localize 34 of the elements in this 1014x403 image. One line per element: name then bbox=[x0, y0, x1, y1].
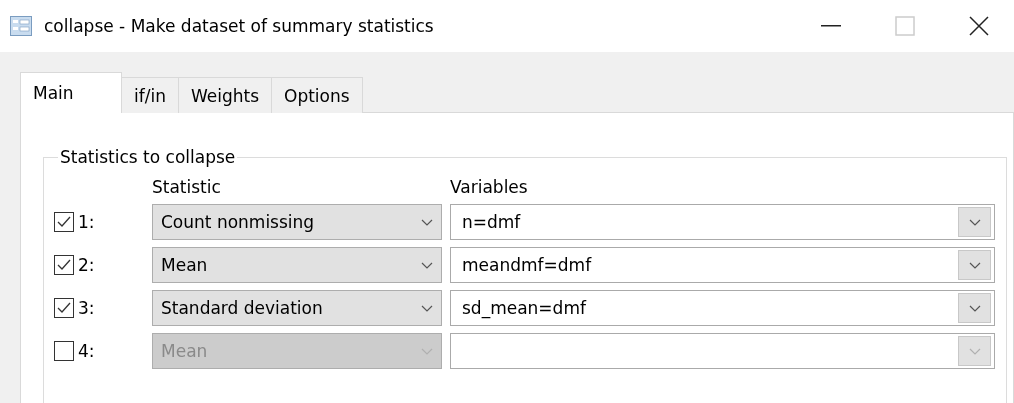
group-legend: Statistics to collapse bbox=[58, 147, 238, 167]
variables-combo-field[interactable]: meandmf=dmf bbox=[450, 247, 995, 283]
statistic-dropdown[interactable]: Standard deviation bbox=[152, 290, 442, 326]
checkbox[interactable] bbox=[54, 212, 74, 232]
tab[interactable]: Main bbox=[20, 72, 122, 113]
app-window-icon bbox=[10, 16, 32, 36]
statistic-dropdown[interactable]: Mean bbox=[152, 247, 442, 283]
chevron-down-icon bbox=[421, 304, 433, 312]
row-number: 1: bbox=[78, 212, 95, 232]
column-header: Statistic bbox=[152, 177, 222, 197]
column-header: Variables bbox=[450, 177, 529, 197]
chevron-down-icon bbox=[968, 261, 981, 269]
statistic-dropdown[interactable]: Count nonmissing bbox=[152, 204, 442, 240]
row-number: 3: bbox=[78, 298, 95, 318]
chevron-down-icon bbox=[968, 304, 981, 312]
window-title: collapse - Make dataset of summary statistics bbox=[44, 16, 435, 36]
tab[interactable]: Options bbox=[271, 77, 363, 113]
tab[interactable]: Weights bbox=[177, 77, 273, 113]
row-number: 4: bbox=[78, 341, 95, 361]
chevron-down-icon bbox=[421, 347, 433, 355]
close-icon[interactable] bbox=[969, 16, 989, 36]
checkbox[interactable] bbox=[54, 341, 74, 361]
checkbox[interactable] bbox=[54, 298, 74, 318]
chevron-down-icon bbox=[421, 218, 433, 226]
variables-combo-field[interactable] bbox=[450, 333, 995, 369]
checkbox[interactable] bbox=[54, 255, 74, 275]
chevron-down-icon bbox=[968, 218, 981, 226]
chevron-down-icon bbox=[968, 347, 981, 355]
variables-combo-field[interactable]: n=dmf bbox=[450, 204, 995, 240]
tab[interactable]: if/in bbox=[121, 77, 179, 113]
variables-combo-field[interactable]: sd_mean=dmf bbox=[450, 290, 995, 326]
row-number: 2: bbox=[78, 255, 95, 275]
minimize-icon[interactable] bbox=[821, 25, 841, 27]
chevron-down-icon bbox=[421, 261, 433, 269]
